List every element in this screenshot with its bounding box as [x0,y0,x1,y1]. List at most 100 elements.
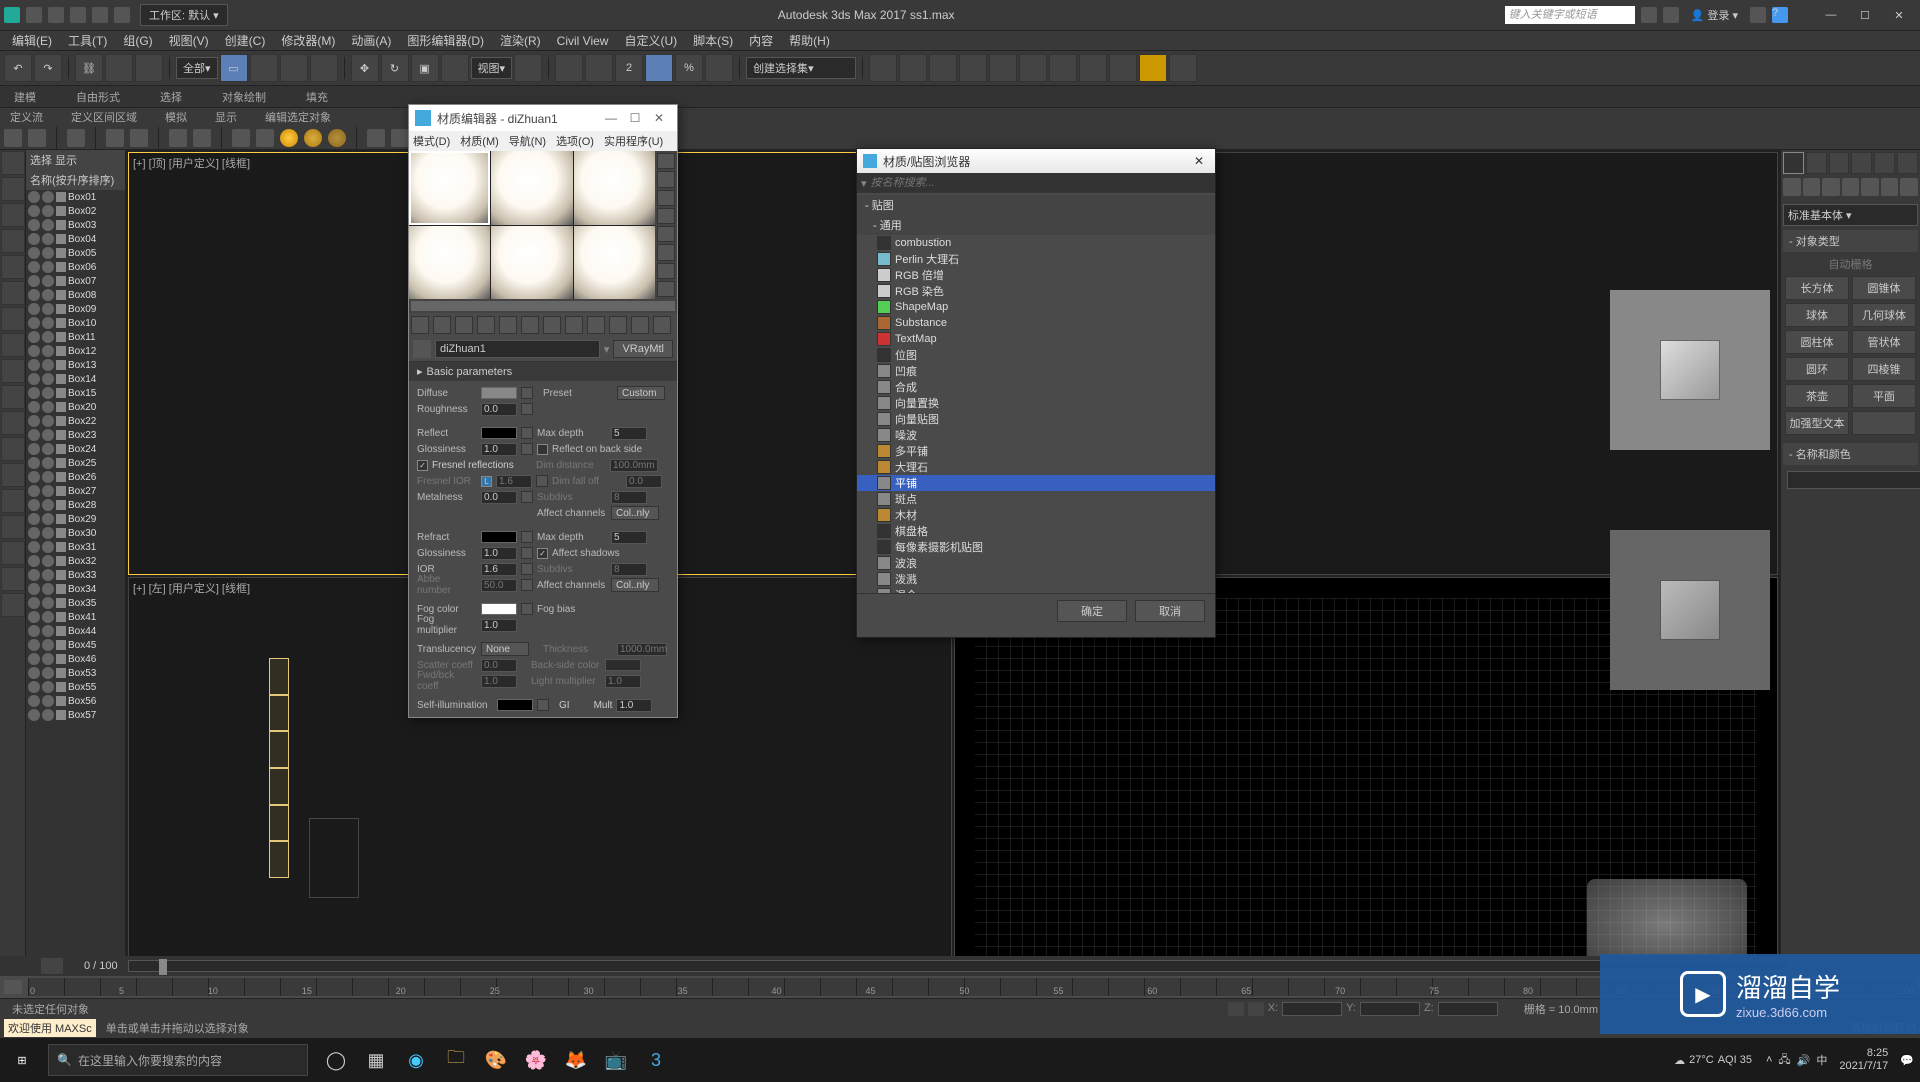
map-tree-item[interactable]: 斑点 [857,491,1215,507]
map-tree-item[interactable]: combustion [857,235,1215,251]
menu-item[interactable]: 工具(T) [60,30,115,51]
freeze-icon[interactable] [42,471,54,483]
gloss-r-spinner[interactable]: 1.0 [481,443,517,456]
render-online-icon[interactable] [1169,54,1197,82]
spinner-snap-icon[interactable] [705,54,733,82]
mat-editor-close[interactable]: ✕ [647,111,671,125]
browser-search-input[interactable] [871,177,1211,189]
freeze-icon[interactable] [42,191,54,203]
light-filter-icon[interactable] [1,255,25,279]
subdivs-r-spinner[interactable]: 8 [611,491,647,504]
scene-item[interactable]: Box46 [26,652,125,666]
placement-icon[interactable] [441,54,469,82]
firefox-icon[interactable]: 🦊 [558,1042,594,1078]
modify-tab-icon[interactable] [1806,152,1827,174]
map-tree-item[interactable]: 波浪 [857,555,1215,571]
material-name-input[interactable] [435,340,600,358]
sun-high-icon[interactable] [280,129,298,147]
material-type-button[interactable]: VRayMtl [613,340,673,358]
ime-icon[interactable]: 中 [1816,1052,1827,1068]
freeze-icon[interactable] [42,415,54,427]
explorer-icon[interactable]: 🗀 [438,1042,474,1078]
visibility-icon[interactable] [28,191,40,203]
hierarchy-tab-icon[interactable] [1829,152,1850,174]
visibility-icon[interactable] [28,485,40,497]
scene-item[interactable]: Box33 [26,568,125,582]
fresnel-check[interactable]: ✓ [417,460,428,471]
reset-map-icon[interactable] [477,316,495,334]
visibility-icon[interactable] [28,625,40,637]
affect-ch-r-dropdown[interactable]: Col..nly [611,506,659,520]
mult-spinner[interactable]: 1.0 [616,699,652,712]
volume-icon[interactable]: 🔊 [1797,1054,1811,1067]
name-color-rollout[interactable]: - 名称和颜色 [1783,443,1918,465]
menu-item[interactable]: 脚本(S) [685,30,741,51]
map-tree-item[interactable]: Substance [857,315,1215,331]
background-icon[interactable] [657,190,675,206]
object-type-button[interactable]: 圆柱体 [1785,330,1849,354]
make-copy-icon[interactable] [499,316,517,334]
freeze-icon[interactable] [42,261,54,273]
freeze-icon[interactable] [42,359,54,371]
app-icon-1[interactable]: 🌸 [518,1042,554,1078]
freeze-icon[interactable] [42,681,54,693]
open-icon[interactable] [48,7,64,23]
visibility-icon[interactable] [28,611,40,623]
fog-color-swatch[interactable] [481,603,517,615]
minimize-button[interactable]: — [1814,3,1848,27]
helper-filter-icon[interactable] [1,307,25,331]
affect-shadows-check[interactable]: ✓ [537,548,548,559]
idle-area-icon[interactable] [106,129,124,147]
display-tab-icon[interactable] [1874,152,1895,174]
bind-icon[interactable] [135,54,163,82]
app-icon-2[interactable]: 📺 [598,1042,634,1078]
mat-menu-item[interactable]: 选项(O) [556,133,594,149]
ribbon-tab[interactable]: 自由形式 [66,87,130,107]
map-tree-item[interactable]: ShapeMap [857,299,1215,315]
freeze-icon[interactable] [42,401,54,413]
freeze-icon[interactable] [42,233,54,245]
video-check-icon[interactable] [657,226,675,242]
freeze-icon[interactable] [42,303,54,315]
gloss-f-map-button[interactable] [521,547,533,559]
render-setup-icon[interactable] [1079,54,1107,82]
scene-item[interactable]: Box07 [26,274,125,288]
sample-type-icon[interactable] [657,153,675,169]
freeze-icon[interactable] [42,499,54,511]
freeze-icon[interactable] [42,555,54,567]
freeze-icon[interactable] [42,345,54,357]
material-editor-icon[interactable] [1049,54,1077,82]
self-illum-swatch[interactable] [497,699,533,711]
scene-item[interactable]: Box12 [26,344,125,358]
maximize-button[interactable]: ☐ [1848,3,1882,27]
scene-item[interactable]: Box29 [26,512,125,526]
visibility-icon[interactable] [28,653,40,665]
visibility-icon[interactable] [28,331,40,343]
abbe-spinner[interactable]: 50.0 [481,579,517,592]
sun-med-icon[interactable] [304,129,322,147]
bone-filter-icon[interactable] [1,411,25,435]
save-icon[interactable] [70,7,86,23]
reflect-swatch[interactable] [481,427,517,439]
y-coord-input[interactable] [1360,1002,1420,1016]
exp3-icon[interactable] [1,567,25,591]
scene-item[interactable]: Box02 [26,204,125,218]
menu-item[interactable]: 修改器(M) [273,30,343,51]
align-icon[interactable] [899,54,927,82]
visibility-icon[interactable] [28,401,40,413]
scatter-spinner[interactable]: 0.0 [481,659,517,672]
map-tree-item[interactable]: 每像素摄影机贴图 [857,539,1215,555]
menu-item[interactable]: 渲染(R) [492,30,549,51]
search-options-icon[interactable]: ▾ [861,177,867,190]
visibility-icon[interactable] [28,597,40,609]
scene-item[interactable]: Box25 [26,456,125,470]
options-icon[interactable] [657,263,675,279]
visibility-icon[interactable] [28,303,40,315]
scene-item[interactable]: Box11 [26,330,125,344]
manipulate-icon[interactable] [555,54,583,82]
pivot-icon[interactable] [514,54,542,82]
start-button[interactable]: ⊞ [0,1038,44,1082]
menu-item[interactable]: Civil View [549,32,617,50]
freeze-icon[interactable] [42,527,54,539]
roughness-map-button[interactable] [521,403,533,415]
